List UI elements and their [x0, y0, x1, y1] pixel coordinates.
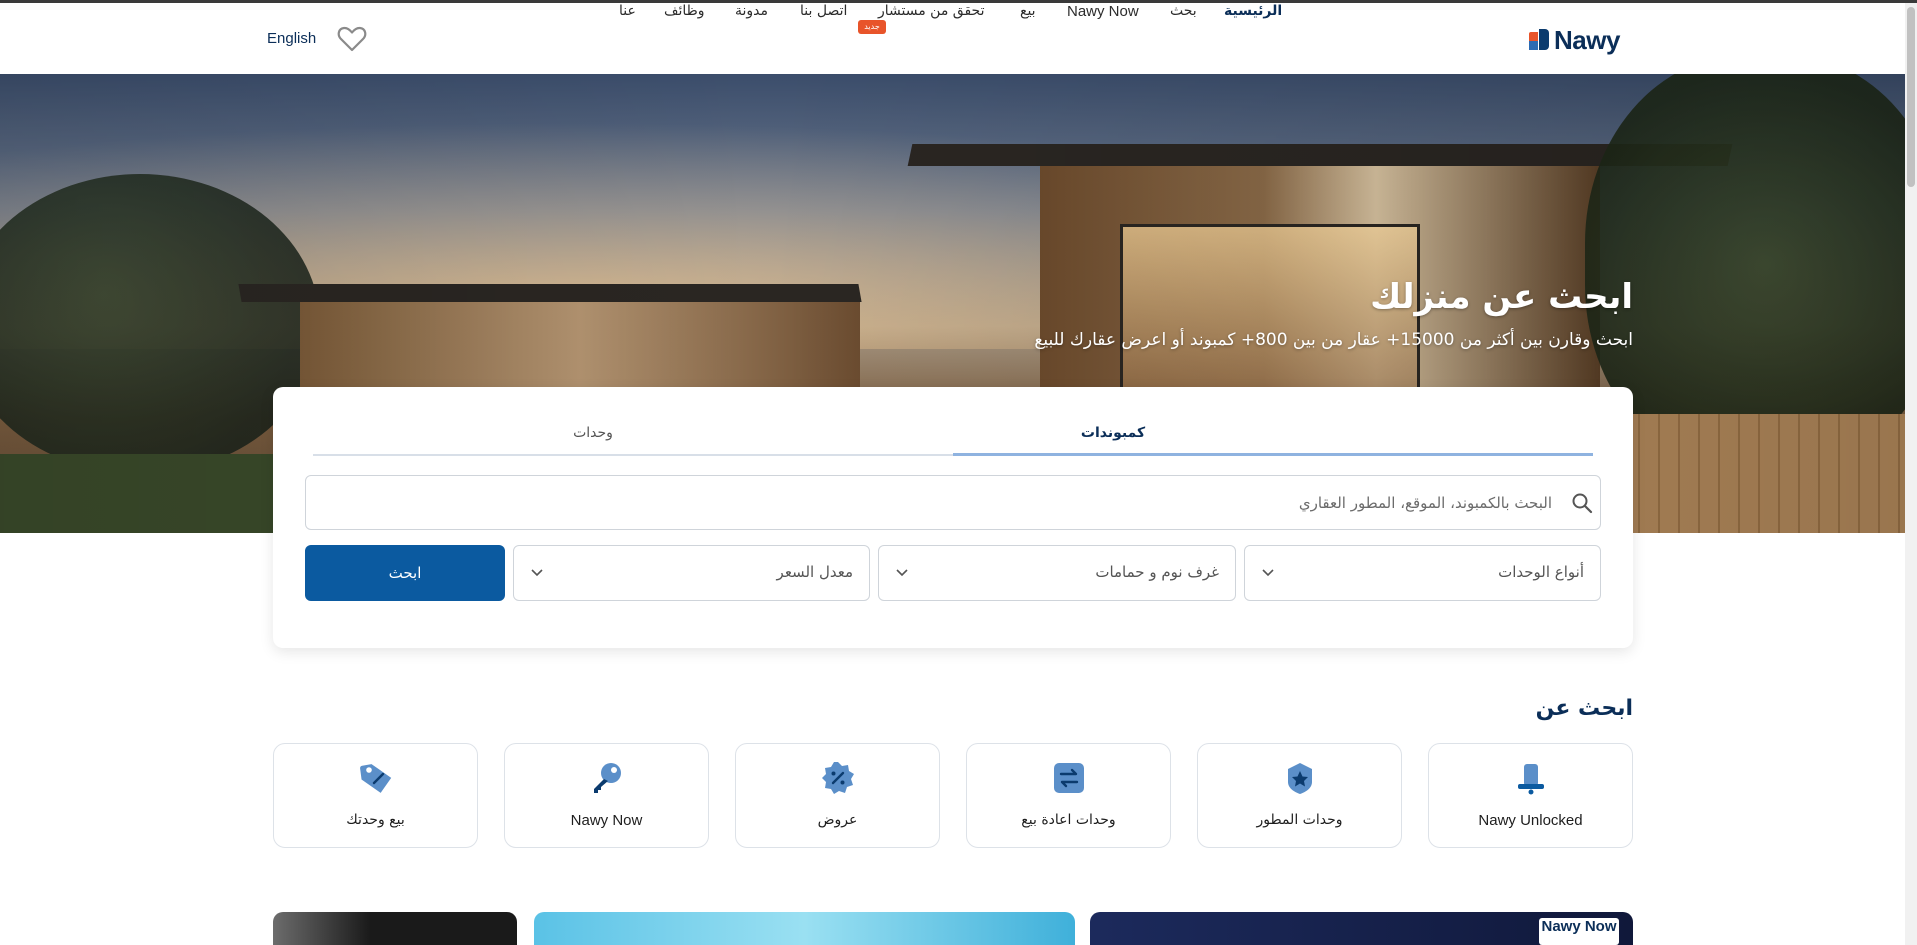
new-badge: جديد [858, 20, 886, 34]
logo-text: Nawy [1554, 24, 1620, 55]
beds-baths-label: غرف نوم و حمامات [1095, 563, 1219, 581]
card-label: وحدات اعادة بيع [1021, 812, 1116, 828]
hero-title: ابحث عن منزلك [1370, 277, 1633, 317]
nav-verify-consultant[interactable]: تحقق من مستشار [878, 3, 984, 19]
nav-about[interactable]: عنا [619, 3, 636, 19]
search-icon [1572, 493, 1593, 514]
card-label: Nawy Now [570, 812, 643, 829]
search-input[interactable] [316, 476, 1556, 529]
card-label: عروض [817, 812, 858, 828]
bell-icon [1518, 764, 1544, 795]
search-box [305, 475, 1601, 530]
card-developer-units[interactable]: وحدات المطور [1197, 743, 1402, 848]
card-label: بيع وحدتك [346, 812, 405, 828]
language-switch[interactable]: English [267, 30, 316, 47]
promo-banner-dark[interactable] [273, 912, 517, 945]
heart-icon[interactable] [337, 25, 367, 53]
key-icon [594, 763, 621, 793]
tab-underline [313, 454, 953, 456]
nav-home[interactable]: الرئيسية [1224, 3, 1282, 19]
nawy-logo-mark-icon [1529, 29, 1551, 51]
discount-icon [822, 762, 854, 794]
nav-nawy-now[interactable]: Nawy Now [1067, 3, 1139, 20]
nav-sell[interactable]: بيع [1020, 3, 1036, 19]
nav-search[interactable]: بحث [1170, 3, 1197, 19]
tab-compounds[interactable]: كمبوندات [953, 425, 1273, 441]
promo-banner-nawy-now[interactable]: Nawy Now [1090, 912, 1633, 945]
unit-types-dropdown[interactable]: أنواع الوحدات [1244, 545, 1601, 601]
nav-careers[interactable]: وظائف [664, 3, 705, 19]
scrollbar-thumb[interactable] [1907, 7, 1915, 187]
beds-baths-dropdown[interactable]: غرف نوم و حمامات [878, 545, 1236, 601]
nawy-logo[interactable]: Nawy [1529, 23, 1629, 57]
card-label: Nawy Unlocked [1478, 812, 1583, 829]
card-label: وحدات المطور [1256, 812, 1343, 828]
hero-subtitle: ابحث وقارن بين أكثر من 15000+ عقار من بي… [1034, 330, 1633, 350]
swap-arrows-icon [1054, 763, 1084, 793]
section-title: ابحث عن [1535, 696, 1633, 721]
top-navbar: Nawy الرئيسية بحث Nawy Now بيع تحقق من م… [0, 3, 1905, 74]
price-range-label: معدل السعر [776, 563, 853, 581]
price-tag-icon [360, 764, 392, 793]
banner-logo: Nawy Now [1539, 918, 1619, 945]
card-resale-units[interactable]: وحدات اعادة بيع [966, 743, 1171, 848]
search-button[interactable]: ابحث [305, 545, 505, 601]
card-nawy-now[interactable]: Nawy Now [504, 743, 709, 848]
nav-contact-us[interactable]: اتصل بنا [800, 3, 847, 19]
tab-units[interactable]: وحدات [313, 425, 873, 441]
tab-active-indicator [953, 453, 1593, 456]
card-offers[interactable]: عروض [735, 743, 940, 848]
chevron-down-icon [896, 569, 908, 577]
chevron-down-icon [531, 569, 543, 577]
card-nawy-unlocked[interactable]: Nawy Unlocked [1428, 743, 1633, 848]
search-card: كمبوندات وحدات أنواع الوحدات غرف نوم و ح… [273, 387, 1633, 648]
price-range-dropdown[interactable]: معدل السعر [513, 545, 870, 601]
page-scrollbar[interactable] [1905, 3, 1917, 945]
card-sell-your-unit[interactable]: بيع وحدتك [273, 743, 478, 848]
promo-banner-sea[interactable] [534, 912, 1075, 945]
nav-blog[interactable]: مدونة [735, 3, 768, 19]
unit-types-label: أنواع الوحدات [1498, 563, 1584, 581]
badge-star-icon [1288, 763, 1312, 794]
chevron-down-icon [1262, 569, 1274, 577]
